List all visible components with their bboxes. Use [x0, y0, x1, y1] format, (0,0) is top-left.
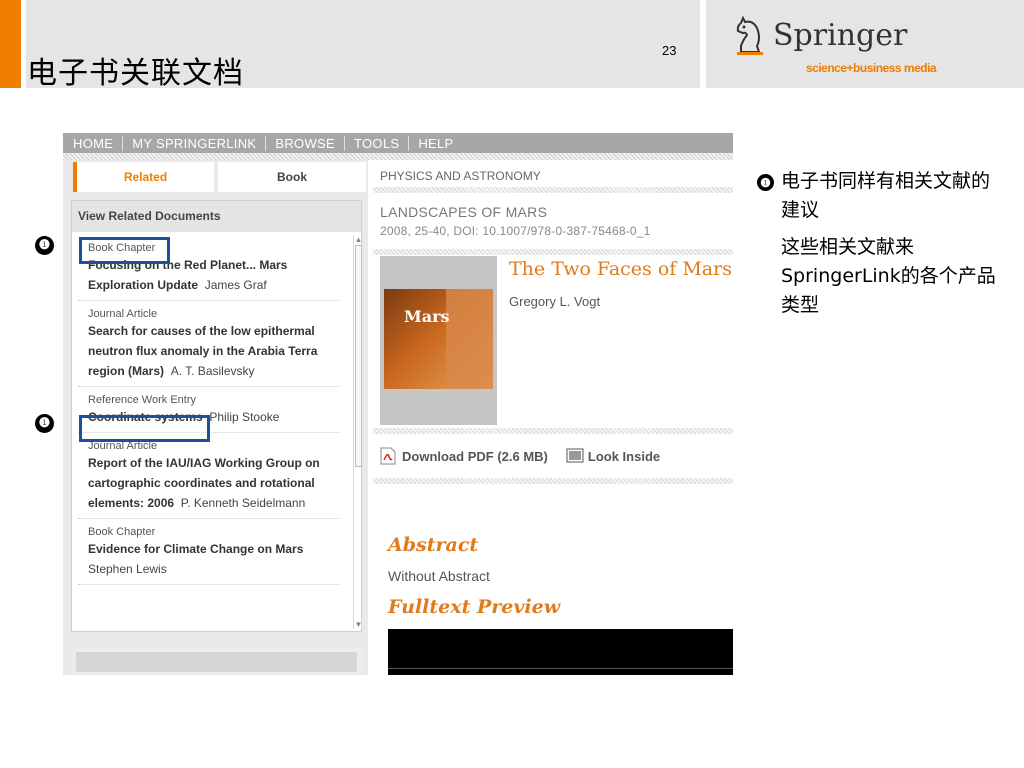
related-documents-heading: View Related Documents — [72, 201, 361, 232]
nav-browse[interactable]: BROWSE — [275, 135, 345, 151]
list-item[interactable]: Journal Article Search for causes of the… — [78, 301, 340, 387]
nav-my-springerlink[interactable]: MY SPRINGERLINK — [132, 135, 267, 151]
list-item[interactable]: Book Chapter Evidence for Climate Change… — [78, 519, 340, 585]
highlight-book-chapter — [79, 237, 170, 264]
springer-wordmark: Springer — [773, 18, 908, 53]
breadcrumb[interactable]: PHYSICS AND ASTRONOMY — [380, 169, 541, 183]
springerlink-screenshot: HOME MY SPRINGERLINK BROWSE TOOLS HELP R… — [63, 133, 733, 675]
scroll-down-icon[interactable]: ▼ — [354, 620, 363, 629]
abstract-text: Without Abstract — [388, 568, 490, 584]
document-type: Book Chapter — [88, 526, 156, 538]
download-bar: Download PDF (2.6 MB) Look Inside — [380, 447, 660, 465]
header-accent-bar — [0, 0, 21, 88]
related-scrollbar[interactable]: ▲ ▼ — [353, 235, 362, 629]
chapter-title: The Two Faces of Mars — [509, 258, 732, 280]
tab-book[interactable]: Book — [218, 162, 366, 192]
document-type: Journal Article — [88, 308, 158, 320]
look-inside-icon — [566, 448, 584, 463]
related-documents-list: Book Chapter Focusing on the Red Planet.… — [78, 235, 340, 585]
callout-marker-icon: ❶ — [35, 414, 54, 433]
nav-home[interactable]: HOME — [73, 135, 124, 151]
scroll-thumb[interactable] — [355, 245, 362, 467]
download-pdf-link[interactable]: Download PDF (2.6 MB) — [402, 449, 548, 464]
document-title[interactable]: Evidence for Climate Change on Mars — [88, 542, 303, 556]
abstract-heading: Abstract — [388, 534, 479, 556]
nav-tools[interactable]: TOOLS — [354, 135, 410, 151]
book-cover-frame: Mars — [380, 256, 497, 425]
document-author: Stephen Lewis — [88, 562, 167, 576]
chapter-author[interactable]: Gregory L. Vogt — [509, 294, 600, 309]
book-series-title[interactable]: LANDSCAPES OF MARS — [380, 204, 547, 220]
tab-related[interactable]: Related — [73, 162, 214, 192]
divider-stripe — [373, 428, 733, 434]
springer-tagline: science+business media — [806, 61, 937, 75]
divider-stripe — [373, 478, 733, 484]
nav-help[interactable]: HELP — [418, 136, 462, 151]
pdf-icon — [380, 447, 396, 465]
document-author: Philip Stooke — [209, 410, 280, 424]
sidebar-bottom-box — [71, 647, 362, 675]
look-inside-link[interactable]: Look Inside — [588, 449, 660, 464]
book-cover-image[interactable]: Mars — [384, 289, 493, 389]
slide-title: 电子书关联文档 — [27, 56, 244, 91]
main-content: PHYSICS AND ASTRONOMY LANDSCAPES OF MARS… — [373, 160, 733, 675]
highlight-reference-work — [79, 415, 210, 442]
callout-marker-icon: ❶ — [757, 174, 774, 191]
cover-title: Mars — [404, 307, 450, 326]
top-nav-bar: HOME MY SPRINGERLINK BROWSE TOOLS HELP — [63, 133, 733, 153]
scroll-up-icon[interactable]: ▲ — [354, 235, 363, 244]
cover-inner-page — [446, 289, 493, 389]
knight-chess-icon — [736, 16, 763, 55]
annotation-note-2: 这些相关文献来SpringerLink的各个产品类型 — [781, 236, 996, 316]
annotation-note-1: 电子书同样有相关文献的建议 — [781, 170, 991, 221]
document-author: James Graf — [204, 278, 267, 292]
preview-divider — [388, 668, 733, 669]
list-item[interactable]: Journal Article Report of the IAU/IAG Wo… — [78, 433, 340, 519]
document-type: Reference Work Entry — [88, 394, 197, 406]
divider-stripe — [373, 249, 733, 255]
callout-marker-icon: ❶ — [35, 236, 54, 255]
book-meta: 2008, 25-40, DOI: 10.1007/978-0-387-7546… — [380, 224, 651, 238]
document-author: P. Kenneth Seidelmann — [180, 496, 306, 510]
nav-stripe — [63, 153, 733, 160]
divider-stripe — [373, 187, 733, 193]
document-author: A. T. Basilevsky — [170, 364, 255, 378]
fulltext-preview-heading: Fulltext Preview — [388, 596, 561, 618]
page-number: 23 — [662, 43, 677, 58]
